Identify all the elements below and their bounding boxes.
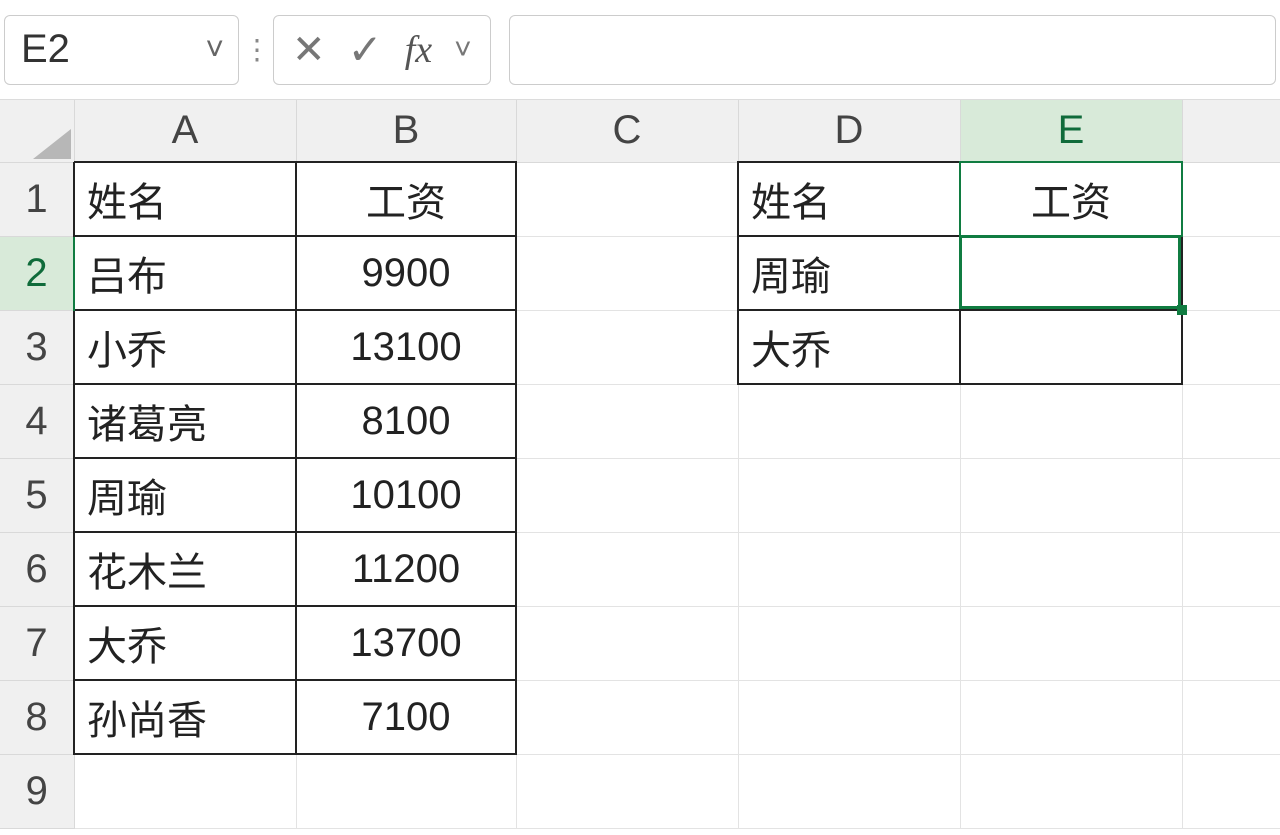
cell-D7[interactable]	[738, 606, 960, 680]
cell-D9[interactable]	[738, 754, 960, 828]
cell-C7[interactable]	[516, 606, 738, 680]
cell-E7[interactable]	[960, 606, 1182, 680]
cell-C5[interactable]	[516, 458, 738, 532]
cell-A6[interactable]: 花木兰	[74, 532, 296, 606]
fx-controls: ✕ ✓ fx ˅	[273, 15, 491, 85]
cell-B6[interactable]: 11200	[296, 532, 516, 606]
cell-C3[interactable]	[516, 310, 738, 384]
col-header-C[interactable]: C	[516, 100, 738, 162]
row-header-8[interactable]: 8	[0, 680, 74, 754]
spreadsheet-grid: A B C D E 1 姓名 工资 姓名 工资 2 吕布 9900 周瑜	[0, 100, 1280, 829]
cell-E5[interactable]	[960, 458, 1182, 532]
cell-D4[interactable]	[738, 384, 960, 458]
cell-blank[interactable]	[1182, 532, 1280, 606]
table-row: 1 姓名 工资 姓名 工资	[0, 162, 1280, 236]
table-row: 3 小乔 13100 大乔	[0, 310, 1280, 384]
row-header-5[interactable]: 5	[0, 458, 74, 532]
cell-blank[interactable]	[1182, 384, 1280, 458]
row-header-7[interactable]: 7	[0, 606, 74, 680]
cell-blank[interactable]	[1182, 236, 1280, 310]
cell-A8[interactable]: 孙尚香	[74, 680, 296, 754]
table-row: 9	[0, 754, 1280, 828]
cell-D1[interactable]: 姓名	[738, 162, 960, 236]
cell-B1[interactable]: 工资	[296, 162, 516, 236]
cell-blank[interactable]	[1182, 162, 1280, 236]
row-header-6[interactable]: 6	[0, 532, 74, 606]
row-header-1[interactable]: 1	[0, 162, 74, 236]
cell-A3[interactable]: 小乔	[74, 310, 296, 384]
cell-B3[interactable]: 13100	[296, 310, 516, 384]
select-all-corner[interactable]	[0, 100, 74, 162]
cell-blank[interactable]	[1182, 606, 1280, 680]
row-header-3[interactable]: 3	[0, 310, 74, 384]
cell-E9[interactable]	[960, 754, 1182, 828]
cell-E3[interactable]	[960, 310, 1182, 384]
table-row: 6 花木兰 11200	[0, 532, 1280, 606]
row-header-2[interactable]: 2	[0, 236, 74, 310]
cell-A2[interactable]: 吕布	[74, 236, 296, 310]
chevron-down-icon[interactable]: ˅	[454, 33, 472, 67]
formula-input[interactable]	[509, 15, 1276, 85]
cell-D6[interactable]	[738, 532, 960, 606]
cell-B9[interactable]	[296, 754, 516, 828]
table-row: 5 周瑜 10100	[0, 458, 1280, 532]
cell-C2[interactable]	[516, 236, 738, 310]
cell-E8[interactable]	[960, 680, 1182, 754]
cell-A4[interactable]: 诸葛亮	[74, 384, 296, 458]
fx-label[interactable]: fx	[405, 28, 432, 72]
cell-blank[interactable]	[1182, 754, 1280, 828]
cell-D3[interactable]: 大乔	[738, 310, 960, 384]
cell-B2[interactable]: 9900	[296, 236, 516, 310]
cell-E6[interactable]	[960, 532, 1182, 606]
col-header-A[interactable]: A	[74, 100, 296, 162]
cell-B4[interactable]: 8100	[296, 384, 516, 458]
cell-B8[interactable]: 7100	[296, 680, 516, 754]
cell-A1[interactable]: 姓名	[74, 162, 296, 236]
table-row: 7 大乔 13700	[0, 606, 1280, 680]
row-header-4[interactable]: 4	[0, 384, 74, 458]
cell-E1[interactable]: 工资	[960, 162, 1182, 236]
cell-B5[interactable]: 10100	[296, 458, 516, 532]
formula-bar: E2 ˅ ⋮ ✕ ✓ fx ˅	[0, 0, 1280, 100]
column-header-row: A B C D E	[0, 100, 1280, 162]
cell-A9[interactable]	[74, 754, 296, 828]
cell-B7[interactable]: 13700	[296, 606, 516, 680]
cell-A7[interactable]: 大乔	[74, 606, 296, 680]
col-header-B[interactable]: B	[296, 100, 516, 162]
col-header-blank[interactable]	[1182, 100, 1280, 162]
col-header-D[interactable]: D	[738, 100, 960, 162]
cell-D5[interactable]	[738, 458, 960, 532]
cell-C1[interactable]	[516, 162, 738, 236]
cell-blank[interactable]	[1182, 458, 1280, 532]
cell-E2[interactable]	[960, 236, 1182, 310]
name-box-cell-ref: E2	[21, 27, 205, 72]
cell-D8[interactable]	[738, 680, 960, 754]
row-header-9[interactable]: 9	[0, 754, 74, 828]
chevron-down-icon[interactable]: ˅	[205, 31, 224, 68]
cell-C9[interactable]	[516, 754, 738, 828]
table-row: 4 诸葛亮 8100	[0, 384, 1280, 458]
table-row: 2 吕布 9900 周瑜	[0, 236, 1280, 310]
table-row: 8 孙尚香 7100	[0, 680, 1280, 754]
name-box[interactable]: E2 ˅	[4, 15, 239, 85]
cell-blank[interactable]	[1182, 680, 1280, 754]
cancel-icon[interactable]: ✕	[292, 27, 326, 73]
cell-A5[interactable]: 周瑜	[74, 458, 296, 532]
accept-icon[interactable]: ✓	[348, 25, 383, 74]
cell-blank[interactable]	[1182, 310, 1280, 384]
col-header-E[interactable]: E	[960, 100, 1182, 162]
cell-C8[interactable]	[516, 680, 738, 754]
cell-D2[interactable]: 周瑜	[738, 236, 960, 310]
cell-C4[interactable]	[516, 384, 738, 458]
cell-C6[interactable]	[516, 532, 738, 606]
separator-dots-icon: ⋮	[239, 33, 273, 66]
cell-E4[interactable]	[960, 384, 1182, 458]
